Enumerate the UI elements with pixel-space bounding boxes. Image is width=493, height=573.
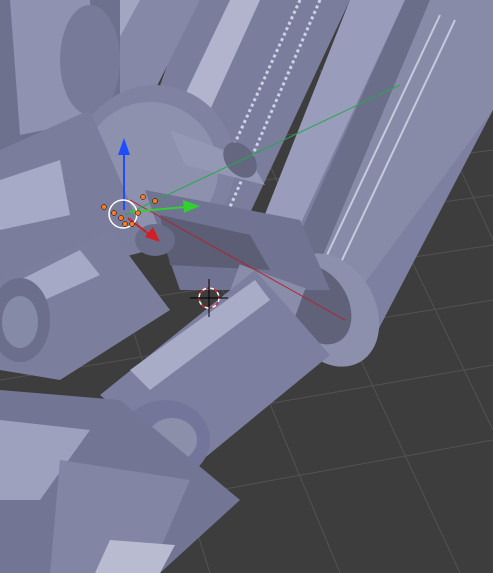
3d-viewport[interactable]: [0, 0, 493, 573]
viewport-canvas[interactable]: [0, 0, 493, 573]
